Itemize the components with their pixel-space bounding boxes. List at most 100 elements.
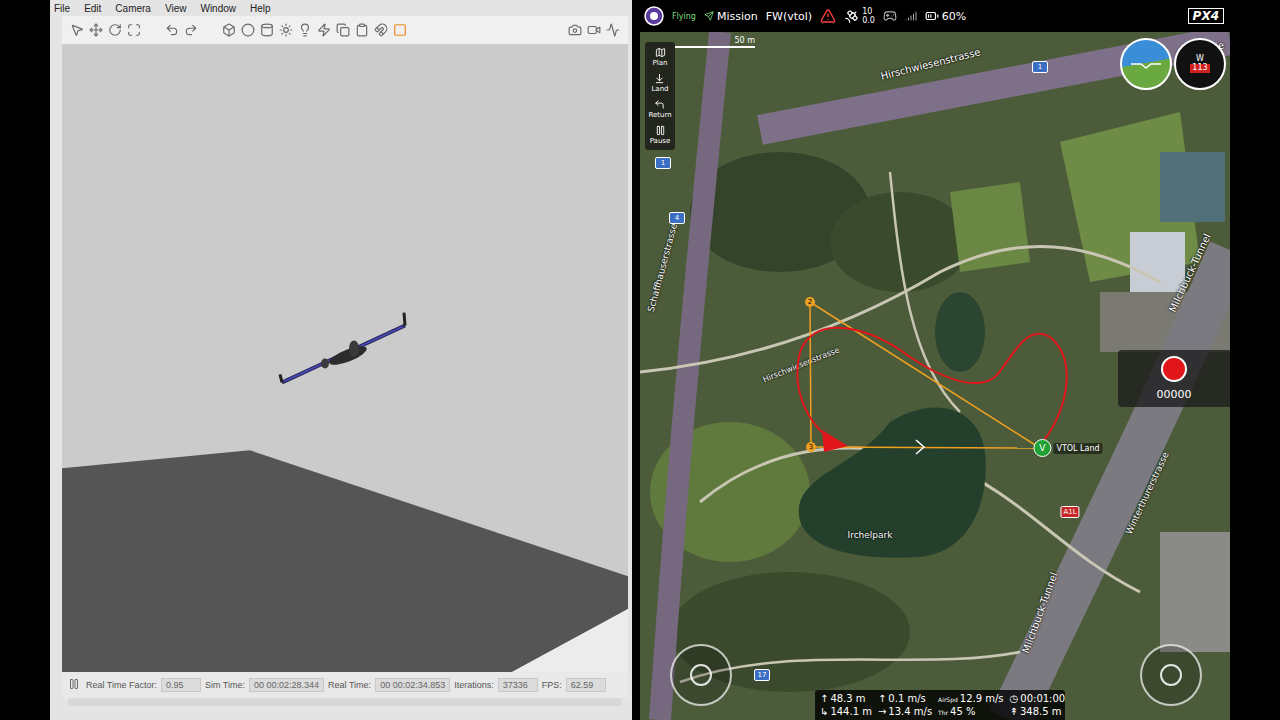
pause-icon <box>655 125 666 136</box>
menu-item[interactable]: View <box>165 3 187 14</box>
menu-item[interactable]: File <box>54 3 70 14</box>
waypoint[interactable]: 3 <box>806 442 816 452</box>
vehicle-icon <box>822 430 848 452</box>
road-shield: A1L <box>1060 506 1079 518</box>
brand-logo: PX4 <box>1188 8 1224 24</box>
tool-icon[interactable] <box>393 23 407 37</box>
tool-icon[interactable] <box>241 23 255 37</box>
plan-icon <box>655 47 666 58</box>
top-bar: FlyingMissionFW(vtol)100.060%PX4 <box>640 0 1230 32</box>
menu-item[interactable]: Edit <box>84 3 101 14</box>
tool-icon[interactable] <box>336 23 350 37</box>
qgc-window: FlyingMissionFW(vtol)100.060%PX4Hirschwi… <box>640 0 1230 720</box>
battery-status[interactable]: 60% <box>925 9 966 23</box>
land-icon <box>654 73 665 84</box>
desktop: File Edit Camera View Window Help Real Time Fa… <box>0 0 1280 720</box>
warning-icon[interactable] <box>820 8 836 24</box>
toolbar-button[interactable]: Pause <box>650 125 671 145</box>
road-shield: 17 <box>754 669 770 681</box>
plot-icon[interactable] <box>606 23 620 37</box>
mode-icon <box>704 11 714 21</box>
telemetry-value: ↑48.3 m <box>820 693 872 704</box>
mission-lines <box>810 302 1040 448</box>
scene-viewport[interactable] <box>62 45 628 672</box>
left-joystick[interactable] <box>670 644 732 706</box>
toolbar-button[interactable]: Plan <box>653 47 668 67</box>
right-joystick[interactable] <box>1140 644 1202 706</box>
tool-icon[interactable] <box>222 23 236 37</box>
tool-icon[interactable] <box>70 23 84 37</box>
tool-icon[interactable] <box>89 23 103 37</box>
tool-icon[interactable] <box>279 23 293 37</box>
flight-path <box>797 328 1066 445</box>
toolbar <box>62 16 628 45</box>
status-label: Sim Time: <box>205 680 245 690</box>
map-scale: 50 m <box>675 36 755 48</box>
waypoint[interactable]: 2 <box>805 297 815 307</box>
direction-icon <box>916 440 924 454</box>
gps-status[interactable]: 100.0 <box>844 7 875 25</box>
attitude-indicator <box>1120 38 1172 90</box>
scene-drawing <box>62 45 628 672</box>
tool-icon[interactable] <box>260 23 274 37</box>
telemetry-value: Thr45 % <box>938 706 1003 717</box>
compass: W113 <box>1174 38 1226 90</box>
toolbar-button[interactable]: Return <box>648 99 671 119</box>
separator <box>203 23 217 37</box>
telemetry-value: AirSpd12.9 m/s <box>938 693 1003 704</box>
tool-icon[interactable] <box>317 23 331 37</box>
status-value: 00 00:02:34.853 <box>375 678 450 692</box>
map[interactable]: HirschwiesenstrasseHirschwieHirschwiesen… <box>640 32 1230 720</box>
telemetry-value: ↑0.1 m/s <box>878 693 932 704</box>
telemetry-value: ↟348.5 m <box>1010 706 1066 717</box>
status-label: Real Time Factor: <box>86 680 157 690</box>
menu-item[interactable]: Window <box>200 3 236 14</box>
menu-item[interactable]: Camera <box>115 3 151 14</box>
tool-icon[interactable] <box>355 23 369 37</box>
vehicle-type: FW(vtol) <box>766 10 812 23</box>
landing-waypoint[interactable]: VVTOL Land <box>1033 439 1102 457</box>
status-value: 37336 <box>498 678 538 692</box>
status-label: FPS: <box>542 680 562 690</box>
road-shield: 4 <box>669 212 685 224</box>
aircraft-icon <box>280 313 405 383</box>
road-shield: 1 <box>1032 61 1048 73</box>
toolbar-button[interactable]: Land <box>651 73 668 93</box>
gazebo-window: File Edit Camera View Window Help Real Time Fa… <box>50 0 632 720</box>
telemetry-value: ◷00:01:00 <box>1010 693 1066 704</box>
status-label: Iterations: <box>454 680 494 690</box>
status-value: 62.59 <box>566 678 606 692</box>
tool-icon[interactable] <box>127 23 141 37</box>
tool-icon[interactable] <box>298 23 312 37</box>
record-button[interactable] <box>1161 356 1187 382</box>
status-value: 0.95 <box>161 678 201 692</box>
flight-mode[interactable]: Mission <box>704 10 758 23</box>
battery-icon <box>925 9 939 23</box>
qgc-logo-icon[interactable] <box>644 6 664 26</box>
status-value: 00 00:02:28.344 <box>249 678 324 692</box>
scrollbar[interactable] <box>68 698 622 706</box>
separator <box>146 23 160 37</box>
tool-icon[interactable] <box>374 23 388 37</box>
gps-count: 10 <box>862 7 875 16</box>
fly-toolbar: Plan Land Return Pause <box>645 42 675 150</box>
menu-bar: File Edit Camera View Window Help <box>54 0 628 16</box>
camera-icon[interactable] <box>568 23 582 37</box>
horizon-icon <box>1131 59 1161 69</box>
tool-icon[interactable] <box>184 23 198 37</box>
telemetry-panel: ↑48.3 m ↑0.1 m/s AirSpd12.9 m/s ◷00:01:00 ↳1… <box>815 690 1065 720</box>
record-time: 00000 <box>1157 388 1192 401</box>
telemetry-value: ↳144.1 m <box>820 706 872 717</box>
menu-item[interactable]: Help <box>250 3 271 14</box>
compass-heading: 113 <box>1190 64 1209 73</box>
tool-icon[interactable] <box>165 23 179 37</box>
rc-icon[interactable] <box>883 9 897 23</box>
video-recorder: 00000 <box>1118 350 1230 407</box>
pause-icon[interactable] <box>68 678 82 692</box>
map-label: Irchelpark <box>848 523 893 542</box>
video-icon[interactable] <box>587 23 601 37</box>
tool-icon[interactable] <box>108 23 122 37</box>
gps-hdop: 0.0 <box>862 16 875 25</box>
telemetry-value: →13.4 m/s <box>878 706 932 717</box>
signal-icon[interactable] <box>905 10 917 22</box>
